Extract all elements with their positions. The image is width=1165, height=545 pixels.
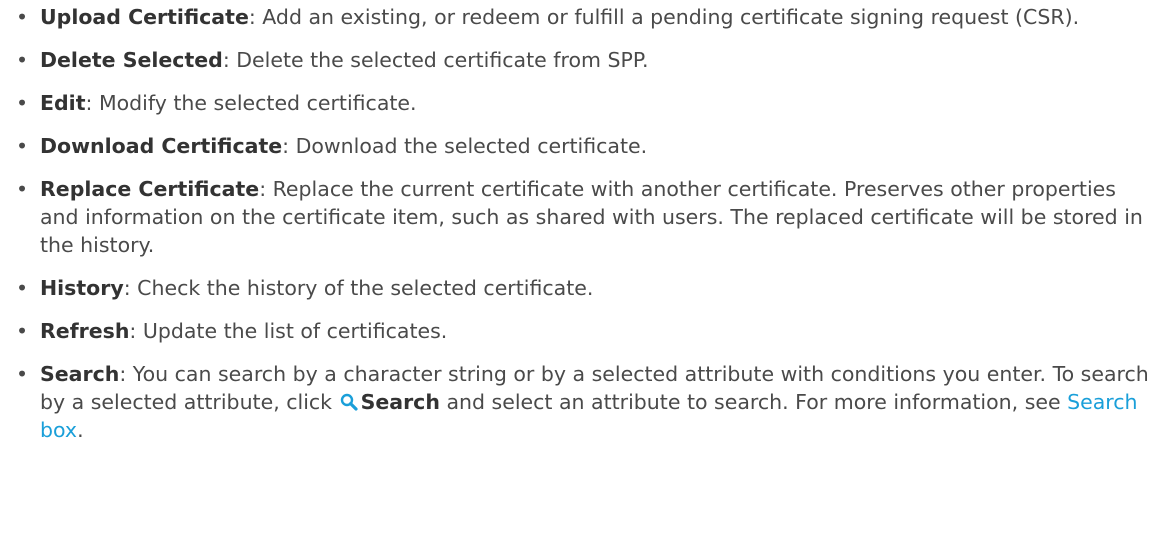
list-item-refresh: • Refresh: Update the list of certificat… bbox=[10, 317, 1150, 345]
term-download-certificate: Download Certificate bbox=[40, 134, 283, 158]
bullet: • bbox=[16, 177, 29, 201]
list-item-history: • History: Check the history of the sele… bbox=[10, 274, 1150, 302]
bullet: • bbox=[16, 362, 29, 386]
bullet: • bbox=[16, 319, 29, 343]
bullet: • bbox=[16, 91, 29, 115]
list-item-upload-certificate: • Upload Certificate: Add an existing, o… bbox=[10, 3, 1150, 31]
description-edit: : Modify the selected certificate. bbox=[85, 91, 417, 115]
description-upload-certificate: : Add an existing, or redeem or fulfill … bbox=[248, 5, 1080, 29]
list-item-download-certificate: • Download Certificate: Download the sel… bbox=[10, 132, 1150, 160]
bullet: • bbox=[16, 5, 29, 29]
feature-list: • Upload Certificate: Add an existing, o… bbox=[10, 3, 1150, 459]
search-icon bbox=[340, 393, 358, 411]
term-history: History bbox=[40, 276, 124, 300]
description-download-certificate: : Download the selected certificate. bbox=[282, 134, 648, 158]
term-replace-certificate: Replace Certificate bbox=[40, 177, 260, 201]
bullet: • bbox=[16, 276, 29, 300]
list-item-edit: • Edit: Modify the selected certificate. bbox=[10, 89, 1150, 117]
description-delete-selected: : Delete the selected certificate from S… bbox=[222, 48, 649, 72]
list-item-search: • Search: You can search by a character … bbox=[10, 360, 1150, 444]
list-item-delete-selected: • Delete Selected: Delete the selected c… bbox=[10, 46, 1150, 74]
bullet: • bbox=[16, 48, 29, 72]
description-history: : Check the history of the selected cert… bbox=[123, 276, 594, 300]
term-upload-certificate: Upload Certificate bbox=[40, 5, 249, 29]
inline-term-search: Search bbox=[360, 390, 440, 414]
bullet: • bbox=[16, 134, 29, 158]
term-delete-selected: Delete Selected bbox=[40, 48, 223, 72]
description-refresh: : Update the list of certificates. bbox=[129, 319, 448, 343]
term-search: Search bbox=[40, 362, 120, 386]
term-edit: Edit bbox=[40, 91, 86, 115]
term-refresh: Refresh bbox=[40, 319, 130, 343]
list-item-replace-certificate: • Replace Certificate: Replace the curre… bbox=[10, 175, 1150, 259]
description-search-part-2: and select an attribute to search. For m… bbox=[439, 390, 1068, 414]
description-search-end: . bbox=[77, 418, 84, 442]
